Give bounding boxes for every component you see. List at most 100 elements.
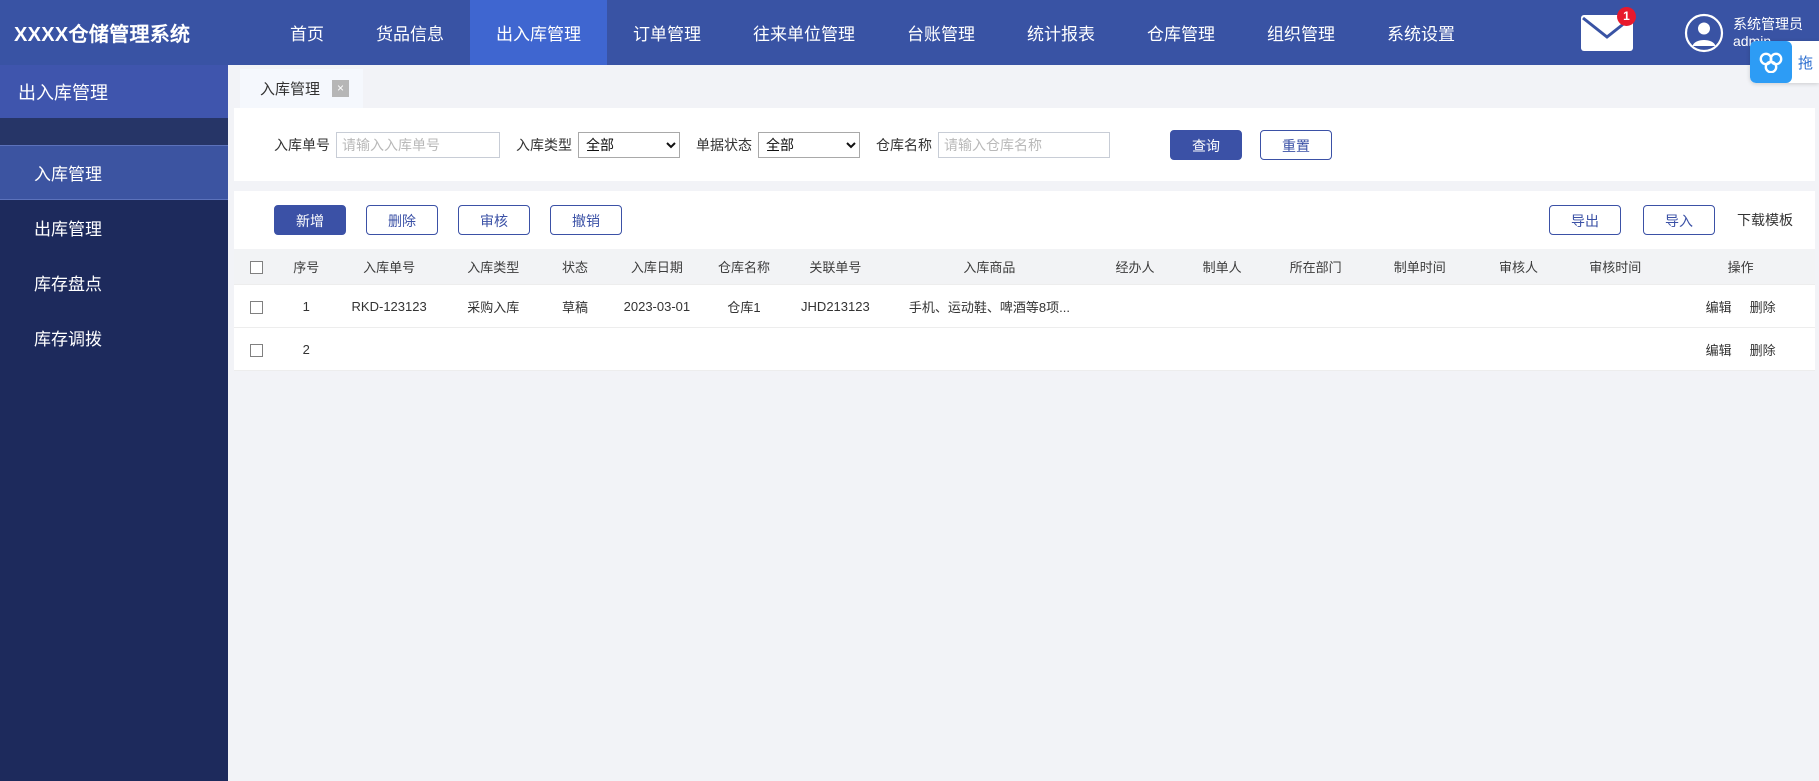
- filter-in-type-label: 入库类型: [516, 136, 572, 153]
- sidebar-item-3[interactable]: 库存调拨: [0, 310, 228, 365]
- filter-order-no-label: 入库单号: [274, 136, 330, 153]
- row-checkbox[interactable]: [249, 300, 263, 314]
- column-header-in-date: 入库日期: [608, 249, 706, 285]
- sidebar-item-2[interactable]: 库存盘点: [0, 255, 228, 310]
- column-header-goods: 入库商品: [888, 249, 1091, 285]
- cell-audit-time: [1564, 284, 1667, 328]
- delete-button[interactable]: 删除: [366, 205, 438, 235]
- import-button[interactable]: 导入: [1643, 205, 1715, 235]
- order-no-input[interactable]: [336, 131, 500, 158]
- cloud-link-icon: [1749, 41, 1792, 83]
- cell-status: [542, 327, 608, 371]
- column-header-in-type: 入库类型: [444, 249, 543, 285]
- cell-order-no: [333, 327, 445, 371]
- doc-status-select[interactable]: 全部: [758, 131, 860, 158]
- cell-in-type: [444, 327, 543, 371]
- filter-panel: 入库单号 入库类型 全部 单据状态 全部 仓库名称: [234, 108, 1815, 181]
- download-template-link[interactable]: 下载模板: [1737, 210, 1793, 230]
- nav-item-1[interactable]: 货品信息: [350, 0, 470, 65]
- filter-order-no: 入库单号: [274, 131, 500, 158]
- tab-label: 入库管理: [260, 81, 321, 98]
- cell-operation: 编辑 删除: [1666, 327, 1815, 371]
- cell-handler: [1090, 327, 1180, 371]
- column-header-index: 序号: [278, 249, 334, 285]
- cell-order-no: RKD-123123: [333, 284, 445, 328]
- tab-strip: 入库管理 ×: [228, 65, 1819, 108]
- export-button[interactable]: 导出: [1549, 205, 1621, 235]
- nav-item-3[interactable]: 订单管理: [607, 0, 727, 65]
- cell-in-date: [608, 327, 706, 371]
- cell-goods: 手机、运动鞋、啤酒等8项...: [888, 284, 1091, 328]
- select-all-header: [234, 249, 279, 285]
- cell-department: [1264, 284, 1367, 328]
- filter-row: 入库单号 入库类型 全部 单据状态 全部 仓库名称: [234, 108, 1815, 181]
- cell-related-no: [782, 327, 889, 371]
- delete-link[interactable]: 删除: [1750, 300, 1776, 315]
- close-icon[interactable]: ×: [332, 80, 350, 97]
- cell-index: 2: [278, 327, 334, 371]
- cell-audit-time: [1564, 327, 1667, 371]
- floating-widget-label: 拖: [1797, 54, 1813, 72]
- cell-related-no: JHD213123: [782, 284, 889, 328]
- cell-in-date: 2023-03-01: [608, 284, 706, 328]
- tab-inbound-management[interactable]: 入库管理 ×: [240, 69, 364, 108]
- in-type-select[interactable]: 全部: [578, 131, 680, 158]
- table-row[interactable]: 1 RKD-123123 采购入库 草稿 2023-03-01 仓库1 JHD213123 手…: [234, 284, 1815, 328]
- mail-notification-button[interactable]: 1: [1576, 6, 1638, 56]
- table-header-row: 序号 入库单号 入库类型 状态 入库日期 仓库名称 关联单号 入库商品 经办人 …: [234, 249, 1815, 285]
- nav-item-4[interactable]: 往来单位管理: [727, 0, 881, 65]
- edit-link[interactable]: 编辑: [1706, 300, 1732, 315]
- cell-status: 草稿: [542, 284, 608, 328]
- edit-link[interactable]: 编辑: [1706, 343, 1732, 358]
- panel-divider: [228, 181, 1819, 191]
- toolbar-right-group: 导出 导入 下载模板: [1527, 205, 1799, 235]
- grid-toolbar: 新增 删除 审核 撤销 导出 导入 下载模板: [234, 191, 1815, 249]
- select-all-checkbox[interactable]: [249, 261, 263, 275]
- cell-index: 1: [278, 284, 334, 328]
- column-header-auditor: 审核人: [1472, 249, 1565, 285]
- table-header: 序号 入库单号 入库类型 状态 入库日期 仓库名称 关联单号 入库商品 经办人 …: [234, 249, 1815, 285]
- column-header-audit-time: 审核时间: [1564, 249, 1667, 285]
- cell-handler: [1090, 284, 1180, 328]
- filter-in-type: 入库类型 全部: [516, 131, 680, 158]
- floating-assistant-widget[interactable]: 拖: [1749, 41, 1819, 83]
- column-header-warehouse: 仓库名称: [705, 249, 783, 285]
- table-body: 1 RKD-123123 采购入库 草稿 2023-03-01 仓库1 JHD213123 手…: [234, 284, 1815, 371]
- user-display-name: 系统管理员: [1733, 15, 1803, 32]
- mail-unread-badge: 1: [1617, 6, 1636, 26]
- query-button[interactable]: 查询: [1170, 129, 1242, 160]
- table-row[interactable]: 2 编辑 删除: [234, 327, 1815, 371]
- cell-create-time: [1366, 284, 1473, 328]
- column-header-creator: 制单人: [1179, 249, 1265, 285]
- sidebar-section-title[interactable]: 出入库管理: [0, 65, 228, 118]
- audit-button[interactable]: 审核: [458, 205, 530, 235]
- top-header: XXXX仓储管理系统 首页 货品信息 出入库管理 订单管理 往来单位管理 台账管理 统计报表…: [0, 0, 1819, 65]
- revoke-button[interactable]: 撤销: [550, 205, 622, 235]
- left-sidebar: 出入库管理 入库管理 出库管理 库存盘点 库存调拨: [0, 65, 228, 781]
- row-select-cell: [234, 284, 279, 328]
- nav-item-8[interactable]: 组织管理: [1241, 0, 1361, 65]
- nav-item-2[interactable]: 出入库管理: [470, 0, 607, 65]
- reset-button[interactable]: 重置: [1260, 129, 1332, 160]
- nav-item-7[interactable]: 仓库管理: [1121, 0, 1241, 65]
- sidebar-item-1[interactable]: 出库管理: [0, 200, 228, 255]
- column-header-handler: 经办人: [1090, 249, 1180, 285]
- cell-in-type: 采购入库: [444, 284, 543, 328]
- sidebar-item-0[interactable]: 入库管理: [0, 145, 228, 200]
- cell-department: [1264, 327, 1367, 371]
- delete-link[interactable]: 删除: [1750, 343, 1776, 358]
- toolbar-left-group: 新增 删除 审核 撤销: [274, 205, 642, 235]
- add-button[interactable]: 新增: [274, 205, 346, 235]
- warehouse-input[interactable]: [938, 131, 1110, 158]
- nav-item-9[interactable]: 系统设置: [1361, 0, 1481, 65]
- main-content: 入库管理 × 入库单号 入库类型 全部 单据状态: [228, 65, 1819, 781]
- row-checkbox[interactable]: [249, 343, 263, 357]
- filter-warehouse: 仓库名称: [876, 131, 1110, 158]
- cell-create-time: [1366, 327, 1473, 371]
- nav-item-5[interactable]: 台账管理: [881, 0, 1001, 65]
- column-header-department: 所在部门: [1264, 249, 1367, 285]
- nav-item-0[interactable]: 首页: [264, 0, 350, 65]
- nav-item-6[interactable]: 统计报表: [1001, 0, 1121, 65]
- row-select-cell: [234, 327, 279, 371]
- cell-warehouse: 仓库1: [705, 284, 783, 328]
